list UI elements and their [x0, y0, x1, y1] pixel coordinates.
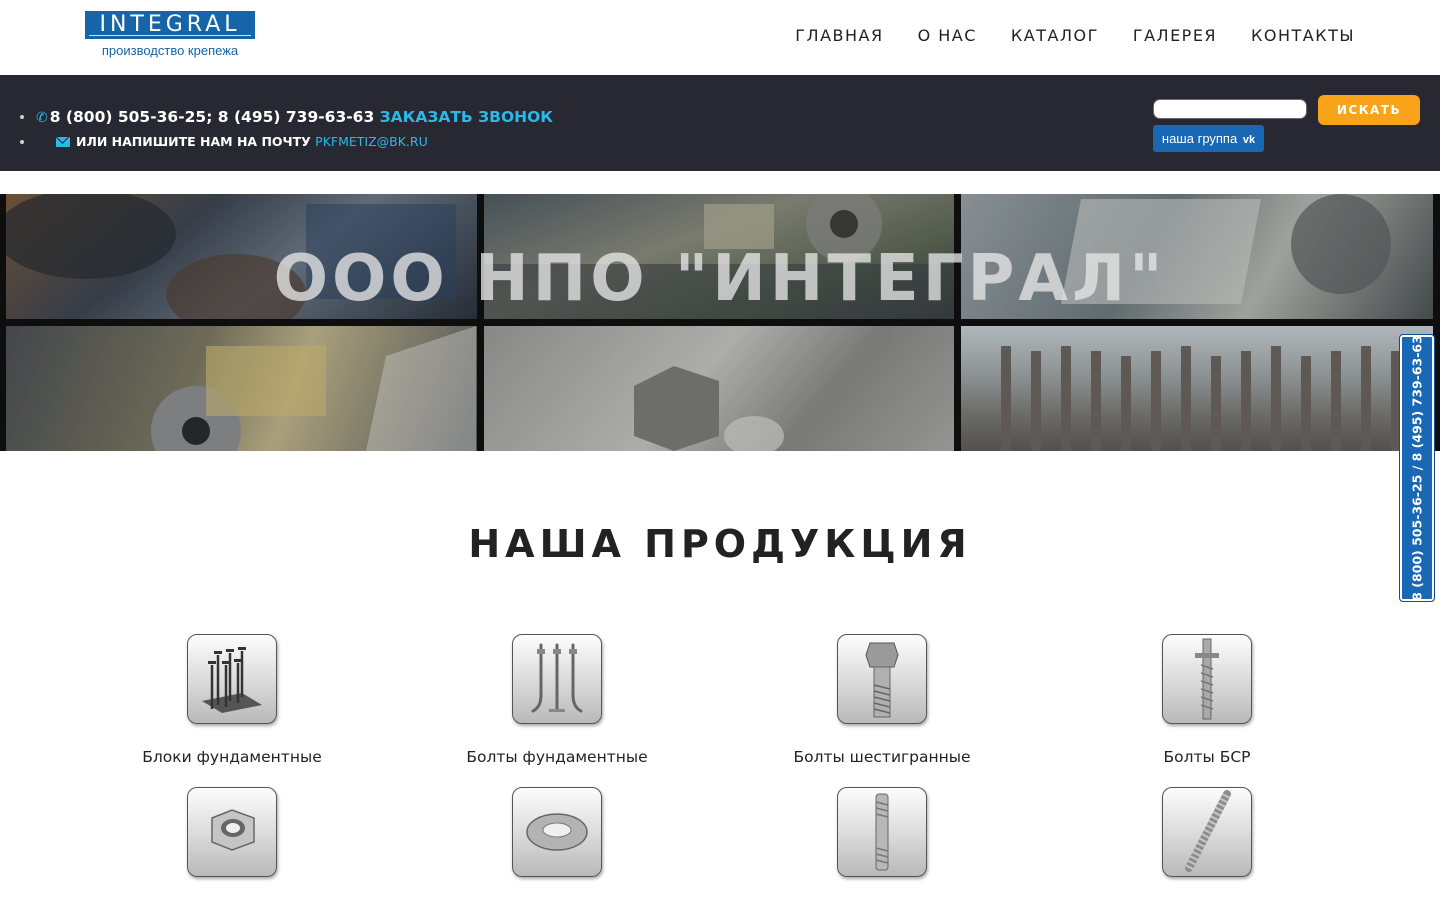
logo-subtitle: производство крепежа	[101, 43, 239, 58]
logo[interactable]: INTEGRAL производство крепежа	[85, 11, 255, 58]
washer-icon	[512, 787, 602, 877]
search-input[interactable]	[1153, 99, 1307, 119]
search-button[interactable]: ИСКАТЬ	[1318, 95, 1420, 125]
product-label: Блоки фундаментные	[142, 748, 322, 766]
contact-list: ✆ 8 (800) 505-36-25; 8 (495) 739-63-63 ЗА…	[20, 105, 553, 153]
callback-link[interactable]: ЗАКАЗАТЬ ЗВОНОК	[380, 108, 553, 126]
product-item-bsr-bolts[interactable]: Болты БСР	[1057, 634, 1357, 766]
phone-line: ✆ 8 (800) 505-36-25; 8 (495) 739-63-63 ЗА…	[20, 105, 553, 129]
hex-bolt-icon	[837, 634, 927, 724]
phone-icon: ✆	[36, 110, 48, 126]
hex-nut-icon	[187, 787, 277, 877]
site-header: INTEGRAL производство крепежа ГЛАВНАЯ О …	[0, 0, 1440, 75]
product-label: Болты шестигранные	[793, 748, 971, 766]
product-item-threaded-rods[interactable]	[1057, 787, 1357, 901]
email-line: ИЛИ НАПИШИТЕ НАМ НА ПОЧТУ PKFMETIZ@BK.RU	[20, 131, 553, 153]
vk-icon: vk	[1242, 134, 1256, 146]
contact-bar: ✆ 8 (800) 505-36-25; 8 (495) 739-63-63 ЗА…	[0, 75, 1440, 171]
vk-group-label: наша группа	[1161, 131, 1238, 146]
nav-item-about[interactable]: О НАС	[918, 26, 977, 45]
products-title: НАША ПРОДУКЦИЯ	[468, 522, 972, 566]
product-item-foundation-blocks[interactable]: Блоки фундаментные	[82, 634, 382, 766]
threaded-rod-icon	[1162, 787, 1252, 877]
email-link[interactable]: PKFMETIZ@BK.RU	[315, 134, 428, 149]
hero-banner: ООО НПО "ИНТЕГРАЛ"	[0, 194, 1440, 451]
product-label: Болты фундаментные	[466, 748, 648, 766]
foundation-bolt-icon	[512, 634, 602, 724]
nav-item-home[interactable]: ГЛАВНАЯ	[795, 26, 883, 45]
mail-label: ИЛИ НАПИШИТЕ НАМ НА ПОЧТУ	[76, 134, 311, 149]
product-label: Болты БСР	[1163, 748, 1251, 766]
nav-item-contacts[interactable]: КОНТАКТЫ	[1251, 26, 1355, 45]
hero-overlay	[0, 194, 1440, 451]
main-nav: ГЛАВНАЯ О НАС КАТАЛОГ ГАЛЕРЕЯ КОНТАКТЫ	[795, 26, 1355, 45]
nav-item-catalog[interactable]: КАТАЛОГ	[1011, 26, 1099, 45]
product-item-washers[interactable]	[407, 787, 707, 901]
envelope-icon	[56, 137, 70, 147]
logo-text: INTEGRAL	[85, 11, 255, 39]
product-item-studs[interactable]	[732, 787, 1032, 901]
product-item-hex-nuts[interactable]	[82, 787, 382, 901]
hero-title: ООО НПО "ИНТЕГРАЛ"	[273, 242, 1167, 316]
foundation-block-icon	[187, 634, 277, 724]
product-item-foundation-bolts[interactable]: Болты фундаментные	[407, 634, 707, 766]
phone-numbers[interactable]: 8 (800) 505-36-25; 8 (495) 739-63-63	[50, 108, 375, 126]
nav-item-gallery[interactable]: ГАЛЕРЕЯ	[1133, 26, 1217, 45]
stud-icon	[837, 787, 927, 877]
bsr-bolt-icon	[1162, 634, 1252, 724]
product-item-hex-bolts[interactable]: Болты шестигранные	[732, 634, 1032, 766]
vk-group-button[interactable]: наша группа vk	[1153, 125, 1264, 152]
